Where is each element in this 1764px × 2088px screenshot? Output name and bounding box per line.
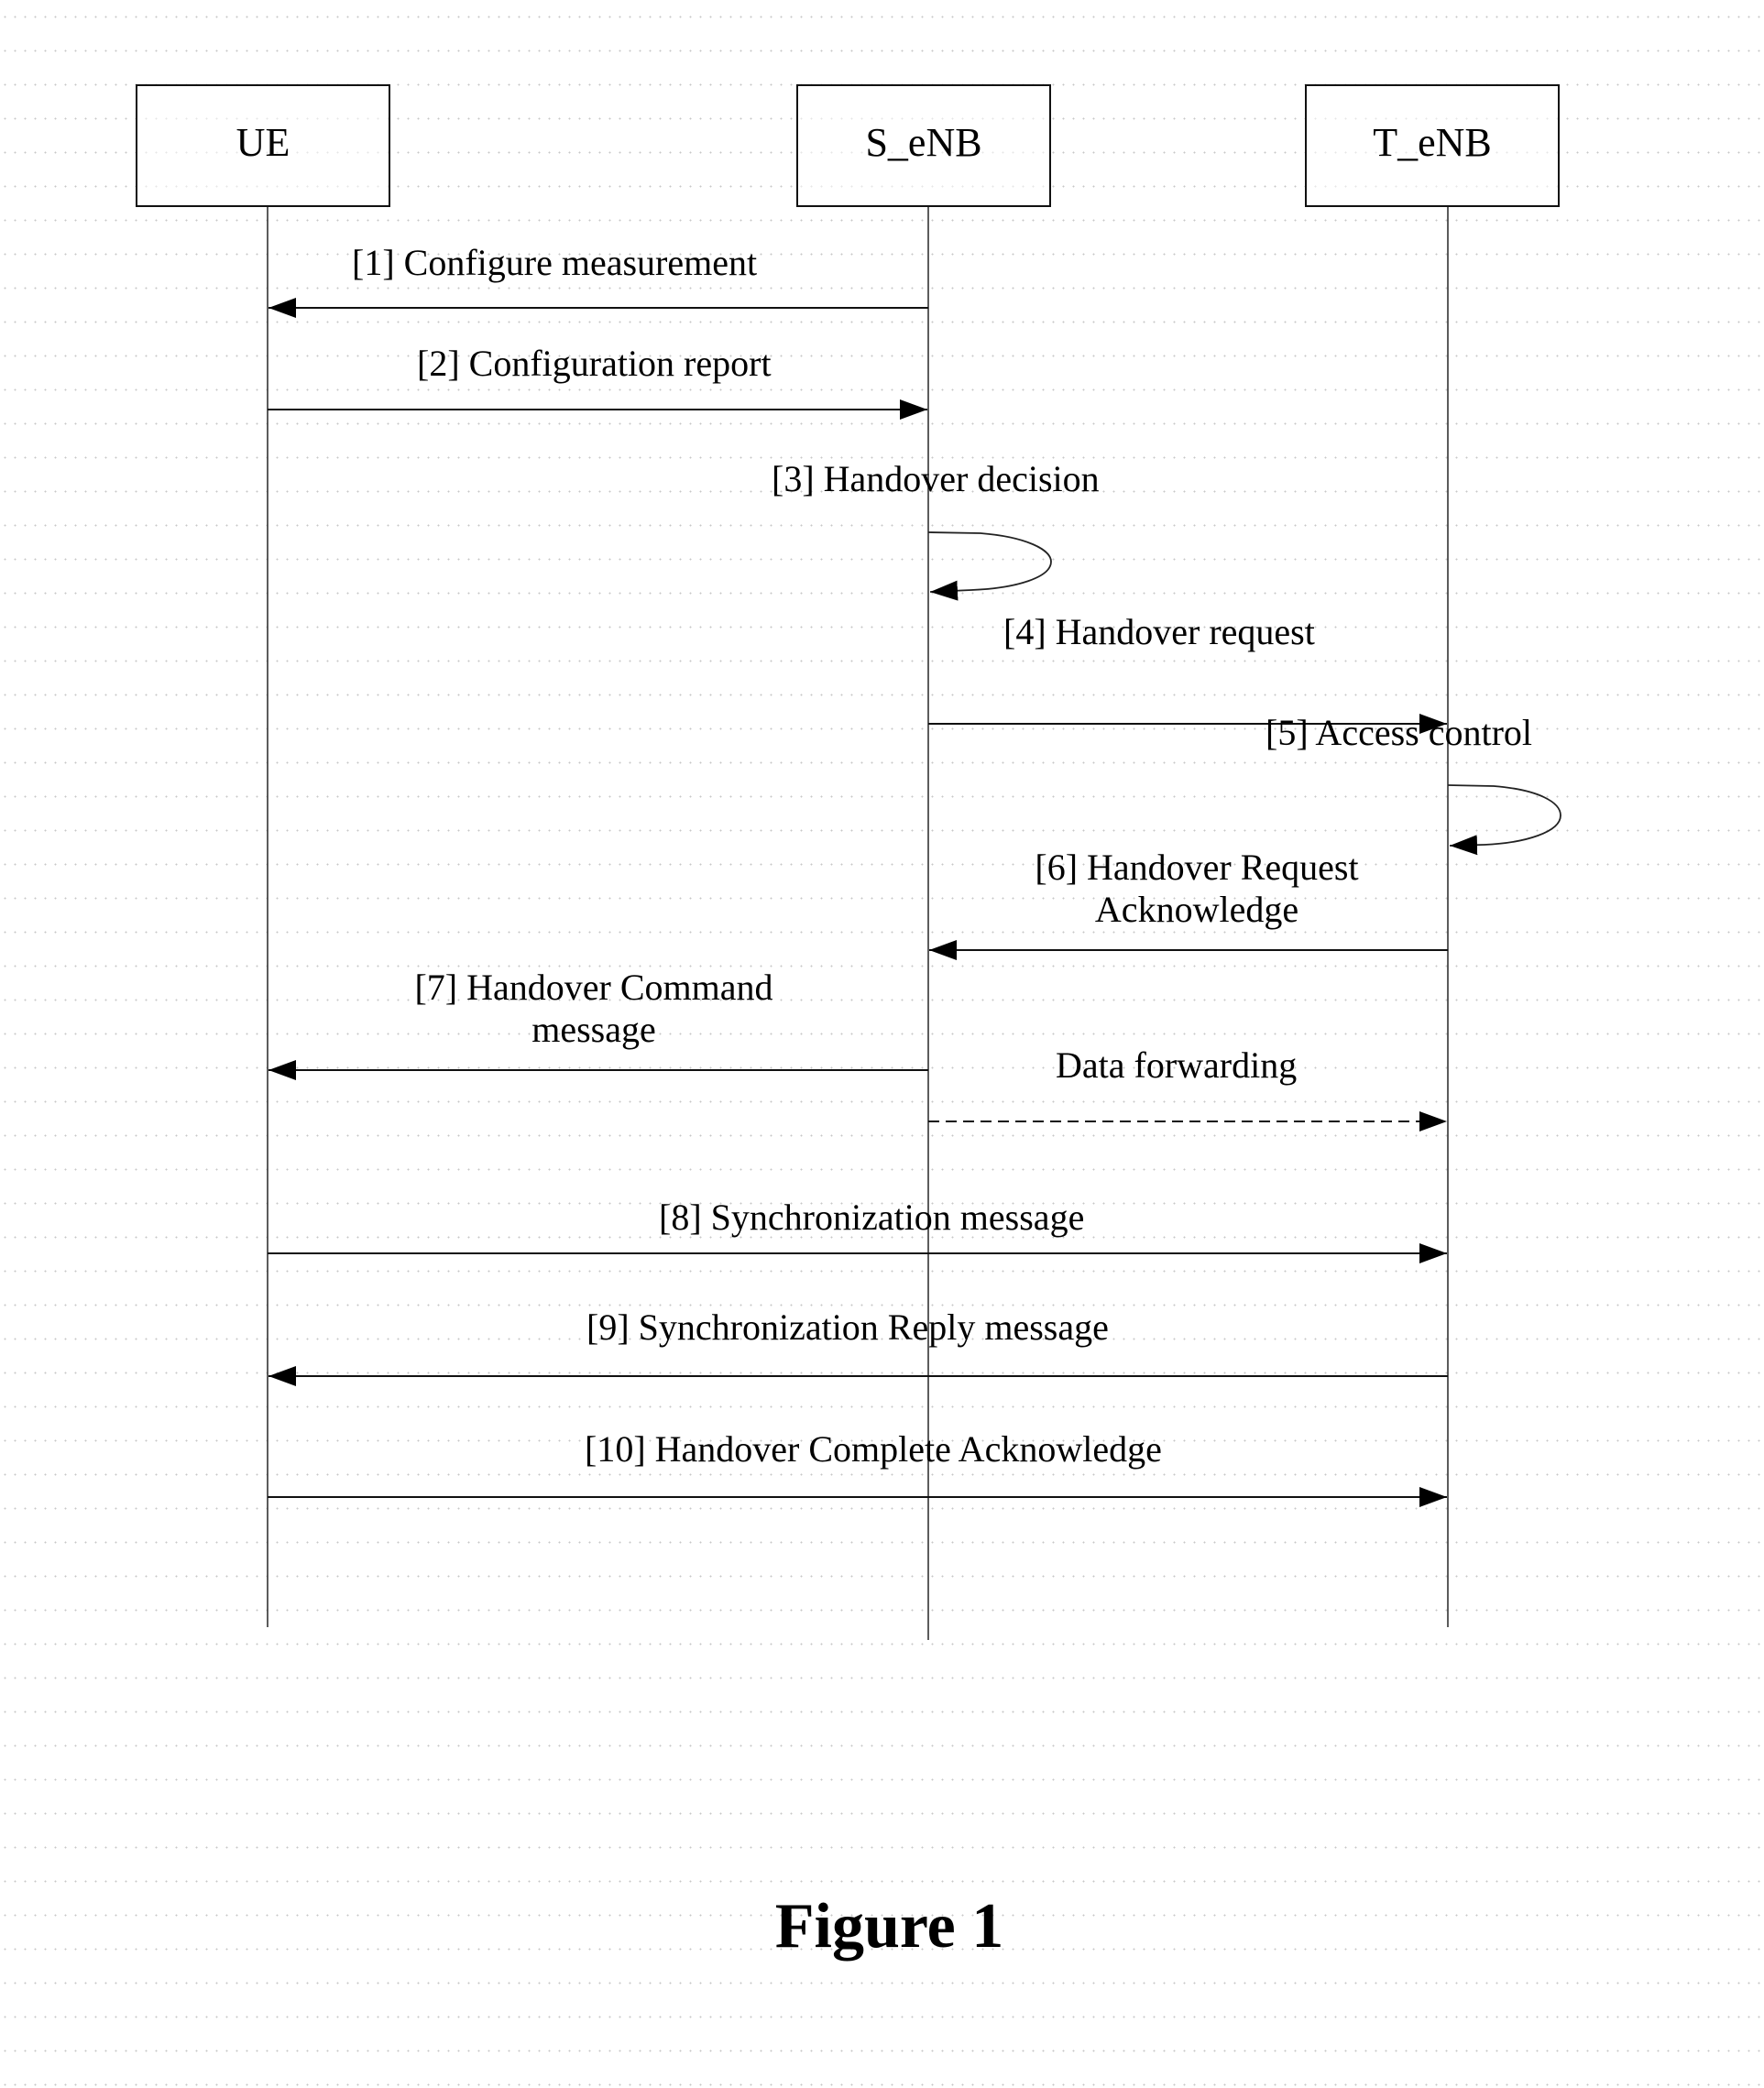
message-label-data-forwarding-line-1: Data forwarding <box>1056 1044 1298 1086</box>
message-label-4-line-1: [4] Handover request <box>1003 611 1315 652</box>
message-arrow-5-self-loop <box>1447 784 1561 856</box>
message-label-1-line-1: [1] Configure measurement <box>352 242 758 283</box>
message-label-9-line-1: [9] Synchronization Reply message <box>586 1306 1109 1348</box>
message-label-8: [8] Synchronization message <box>659 1197 1084 1239</box>
message-label-3: [3] Handover decision <box>772 458 1100 500</box>
message-label-2: [2] Configuration report <box>417 343 772 385</box>
message-label-7: [7] Handover Command message <box>383 967 805 1051</box>
message-label-6-line-2: Acknowledge <box>1094 889 1299 930</box>
message-label-5-line-1: [5] Access control <box>1265 712 1533 753</box>
figure-caption: Figure 1 <box>774 1891 1004 1962</box>
message-label-5: [5] Access control <box>1265 712 1532 754</box>
message-label-7-line-2: message <box>531 1009 656 1050</box>
sequence-diagram: UE S_eNB T_eNB [1] Configure measurement… <box>0 0 1764 2088</box>
message-label-9: [9] Synchronization Reply message <box>586 1306 1109 1349</box>
actor-box-s-enb: S_eNB <box>796 84 1051 207</box>
actor-label-ue: UE <box>236 120 290 165</box>
message-label-1: [1] Configure measurement <box>352 242 757 284</box>
message-arrow-3-self-loop <box>927 531 1052 601</box>
message-label-2-line-1: [2] Configuration report <box>417 343 772 384</box>
actor-label-s-enb: S_eNB <box>865 120 982 165</box>
actor-label-t-enb: T_eNB <box>1373 120 1492 165</box>
message-label-10: [10] Handover Complete Acknowledge <box>585 1428 1162 1470</box>
diagram-lines <box>267 207 1561 1640</box>
message-label-10-line-1: [10] Handover Complete Acknowledge <box>585 1428 1162 1470</box>
message-label-7-line-1: [7] Handover Command <box>414 967 773 1008</box>
message-label-8-line-1: [8] Synchronization message <box>659 1197 1085 1238</box>
message-label-4: [4] Handover request <box>1003 611 1315 653</box>
message-label-6-line-1: [6] Handover Request <box>1035 847 1359 888</box>
actor-box-ue: UE <box>136 84 390 207</box>
message-label-data-forwarding: Data forwarding <box>1056 1044 1297 1087</box>
actor-box-t-enb: T_eNB <box>1305 84 1560 207</box>
message-label-6: [6] Handover Request Acknowledge <box>1008 847 1386 931</box>
message-label-3-line-1: [3] Handover decision <box>772 458 1100 499</box>
